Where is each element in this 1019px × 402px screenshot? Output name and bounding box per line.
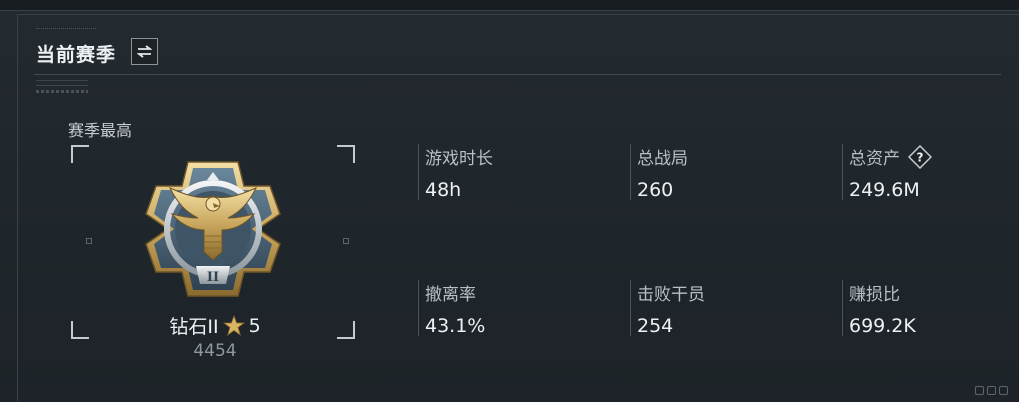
stat-label: 撤离率 xyxy=(425,285,476,305)
stat-extract-rate: 撤离率 43.1% xyxy=(418,280,486,337)
header-divider xyxy=(34,74,1001,75)
decorative-lines xyxy=(36,80,88,97)
rank-name: 钻石II xyxy=(169,316,219,338)
stat-play-time: 游戏时长 48h xyxy=(418,144,493,201)
frame-corner xyxy=(71,145,89,163)
top-bar xyxy=(0,0,1019,11)
stat-label: 游戏时长 xyxy=(425,149,493,169)
help-glyph: ? xyxy=(917,150,924,164)
stat-label: 赚损比 xyxy=(849,285,900,305)
season-panel: 当前赛季 赛季最高 II 钻石II 5 4454 游戏时长 48h 总战局 26… xyxy=(0,0,1019,402)
star-icon xyxy=(222,314,245,336)
diamond-eagle-rank-badge: II xyxy=(145,161,281,297)
stat-label: 击败干员 xyxy=(637,285,705,305)
section-title: 当前赛季 xyxy=(36,44,117,66)
swap-season-button[interactable] xyxy=(131,38,158,65)
stat-value: 254 xyxy=(637,315,674,337)
rank-line: 钻石II 5 xyxy=(130,312,300,339)
stat-value: 699.2K xyxy=(849,315,916,337)
stat-value: 249.6M xyxy=(849,179,920,201)
stat-total-matches: 总战局 260 xyxy=(630,144,688,201)
svg-text:II: II xyxy=(207,270,219,285)
stat-operators-defeated: 击败干员 254 xyxy=(630,280,705,337)
frame-tick xyxy=(86,238,92,244)
stat-value: 48h xyxy=(425,179,462,201)
season-best-label: 赛季最高 xyxy=(68,121,133,140)
frame-tick xyxy=(343,238,349,244)
decorative-dots xyxy=(36,28,96,33)
rank-score: 4454 xyxy=(193,341,237,361)
question-diamond-icon[interactable]: ? xyxy=(908,144,932,169)
frame-corner xyxy=(71,321,89,339)
frame-corner xyxy=(337,145,355,163)
rank-stars: 5 xyxy=(248,314,261,337)
stat-profit-loss-ratio: 赚损比 699.2K xyxy=(842,280,916,337)
stat-value: 260 xyxy=(637,179,674,201)
stat-total-assets: 总资产 ? 249.6M xyxy=(842,144,932,201)
stat-value: 43.1% xyxy=(425,315,486,337)
frame-corner xyxy=(337,321,355,339)
stat-label: 总资产 xyxy=(849,149,900,169)
swap-arrows-icon xyxy=(137,45,152,58)
page-indicator xyxy=(975,386,1008,395)
stat-label: 总战局 xyxy=(637,149,688,169)
